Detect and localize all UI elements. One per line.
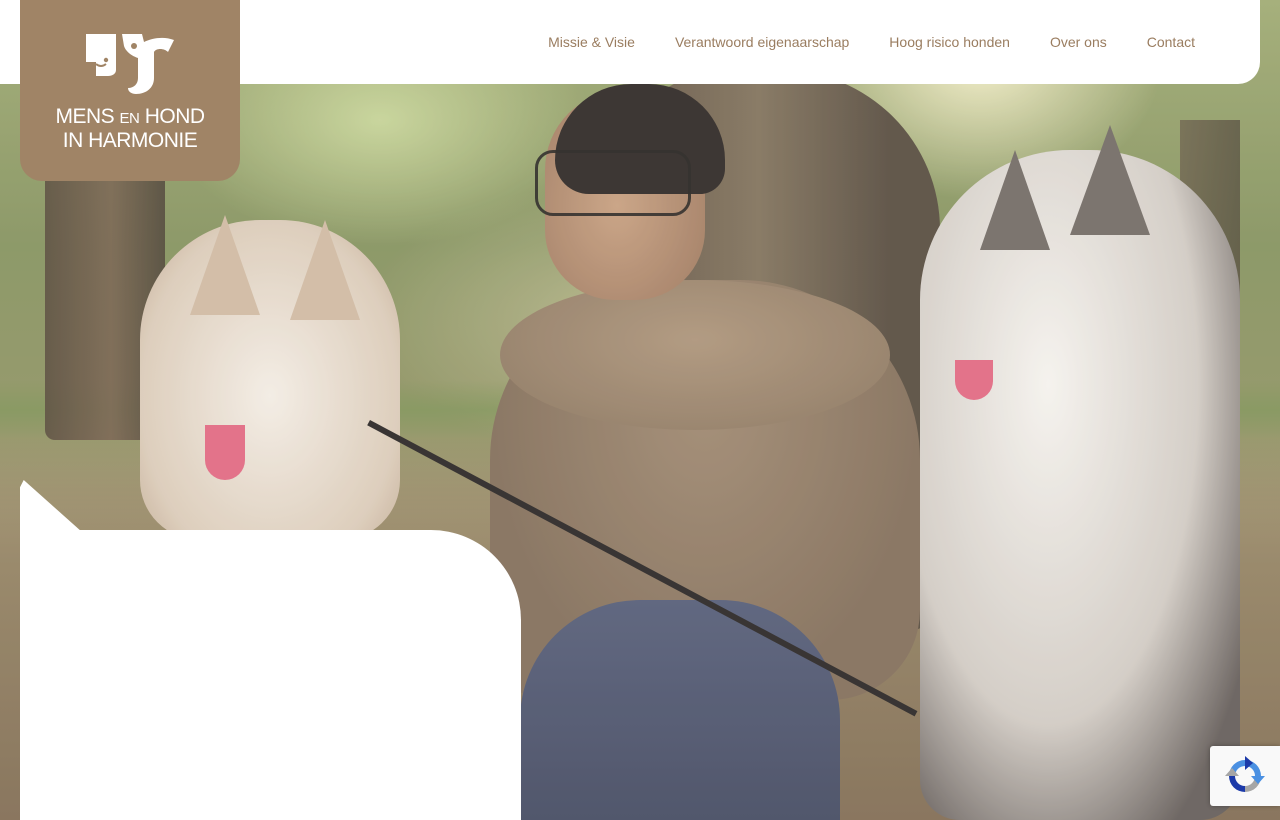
logo-text-line1: MENS EN HOND xyxy=(55,105,205,128)
dog-and-person-logo-icon xyxy=(86,34,174,94)
nav-verantwoord-eigenaarschap[interactable]: Verantwoord eigenaarschap xyxy=(675,34,849,50)
nav-missie-visie[interactable]: Missie & Visie xyxy=(548,34,635,50)
site-logo[interactable]: MENS EN HOND IN HARMONIE xyxy=(20,0,240,181)
nav-contact[interactable]: Contact xyxy=(1147,34,1195,50)
recaptcha-icon xyxy=(1225,756,1265,792)
recaptcha-badge[interactable] xyxy=(1210,746,1280,806)
nav-over-ons[interactable]: Over ons xyxy=(1050,34,1107,50)
main-navigation: Missie & Visie Verantwoord eigenaarschap… xyxy=(548,0,1195,84)
nav-hoog-risico-honden[interactable]: Hoog risico honden xyxy=(889,34,1010,50)
logo-text-line2: IN HARMONIE xyxy=(62,129,198,152)
intro-card xyxy=(20,530,521,820)
